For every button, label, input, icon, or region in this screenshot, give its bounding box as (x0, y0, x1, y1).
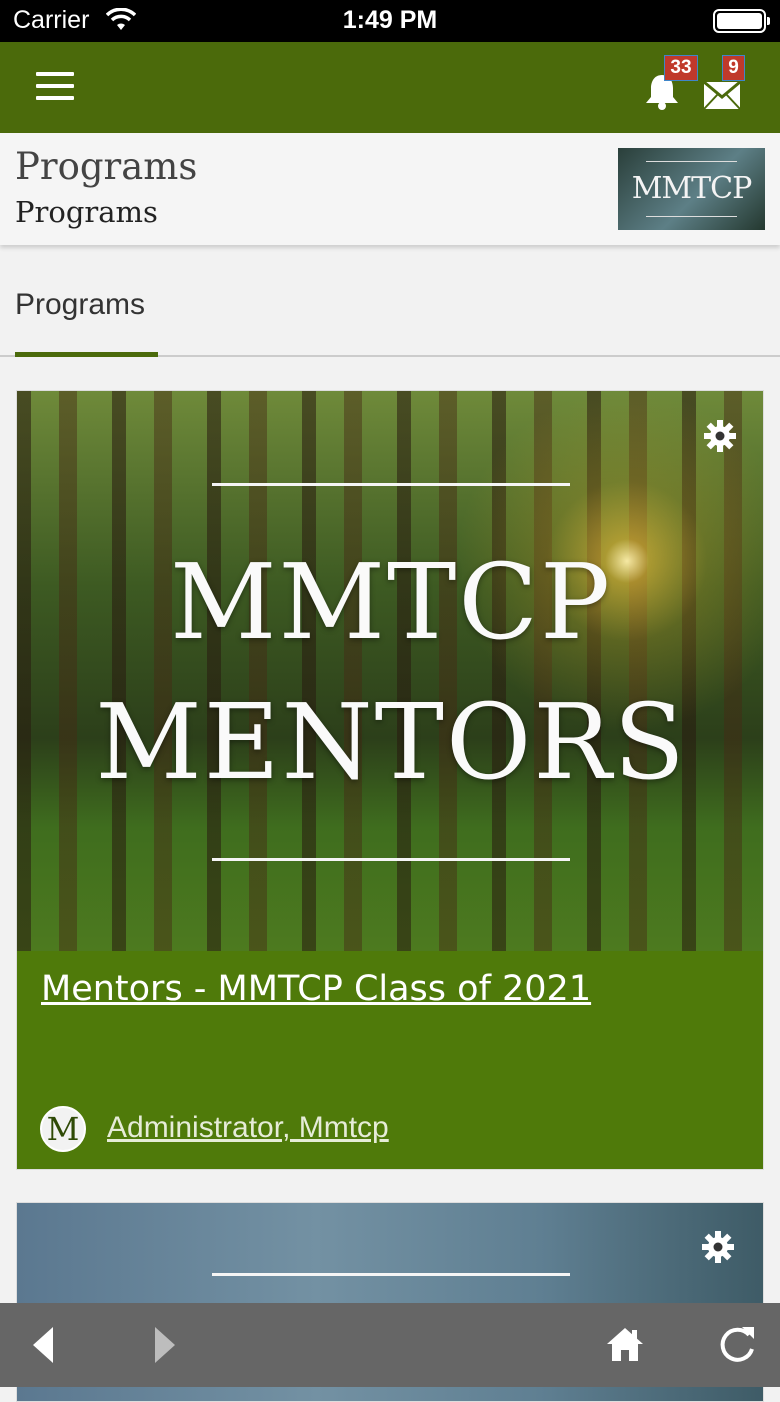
bottom-toolbar (0, 1303, 780, 1387)
refresh-icon[interactable] (716, 1323, 760, 1367)
program-card-body: Mentors - MMTCP Class of 2021 M Administ… (17, 951, 763, 1169)
notification-count-badge: 33 (664, 55, 698, 81)
message-count-badge: 9 (722, 55, 745, 81)
program-owner-link[interactable]: Administrator, Mmtcp (107, 1111, 389, 1145)
program-card[interactable]: MMTCP MENTORS Mentors - MMTCP Class of 2… (16, 390, 764, 1170)
site-logo[interactable]: MMTCP (618, 148, 765, 230)
page-header: Programs Programs MMTCP (0, 133, 780, 245)
tab-bar: Programs (0, 275, 780, 357)
battery-icon (713, 9, 770, 33)
avatar[interactable]: M (40, 1106, 86, 1152)
status-bar: Carrier 1:49 PM (0, 0, 780, 42)
active-tab-indicator (15, 352, 158, 357)
image-rule-top-2 (212, 1273, 570, 1276)
forward-icon[interactable] (145, 1323, 189, 1367)
image-rule-top (212, 483, 570, 486)
program-cover-image[interactable]: MMTCP MENTORS (17, 391, 763, 951)
image-rule-bottom (212, 858, 570, 861)
gear-icon[interactable] (703, 419, 737, 453)
back-icon[interactable] (27, 1323, 71, 1367)
app-header (0, 42, 780, 133)
home-icon[interactable] (603, 1323, 647, 1367)
program-title-link[interactable]: Mentors - MMTCP Class of 2021 (41, 969, 591, 1009)
page-subtitle: Programs (15, 195, 158, 229)
clock: 1:49 PM (342, 6, 438, 34)
image-text-line-1: MMTCP (170, 541, 612, 663)
tab-programs[interactable]: Programs (15, 288, 145, 322)
image-text-line-2: MENTORS (95, 681, 687, 803)
page-title: Programs (15, 145, 198, 188)
gear-icon[interactable] (701, 1230, 735, 1264)
menu-icon[interactable] (36, 72, 76, 104)
